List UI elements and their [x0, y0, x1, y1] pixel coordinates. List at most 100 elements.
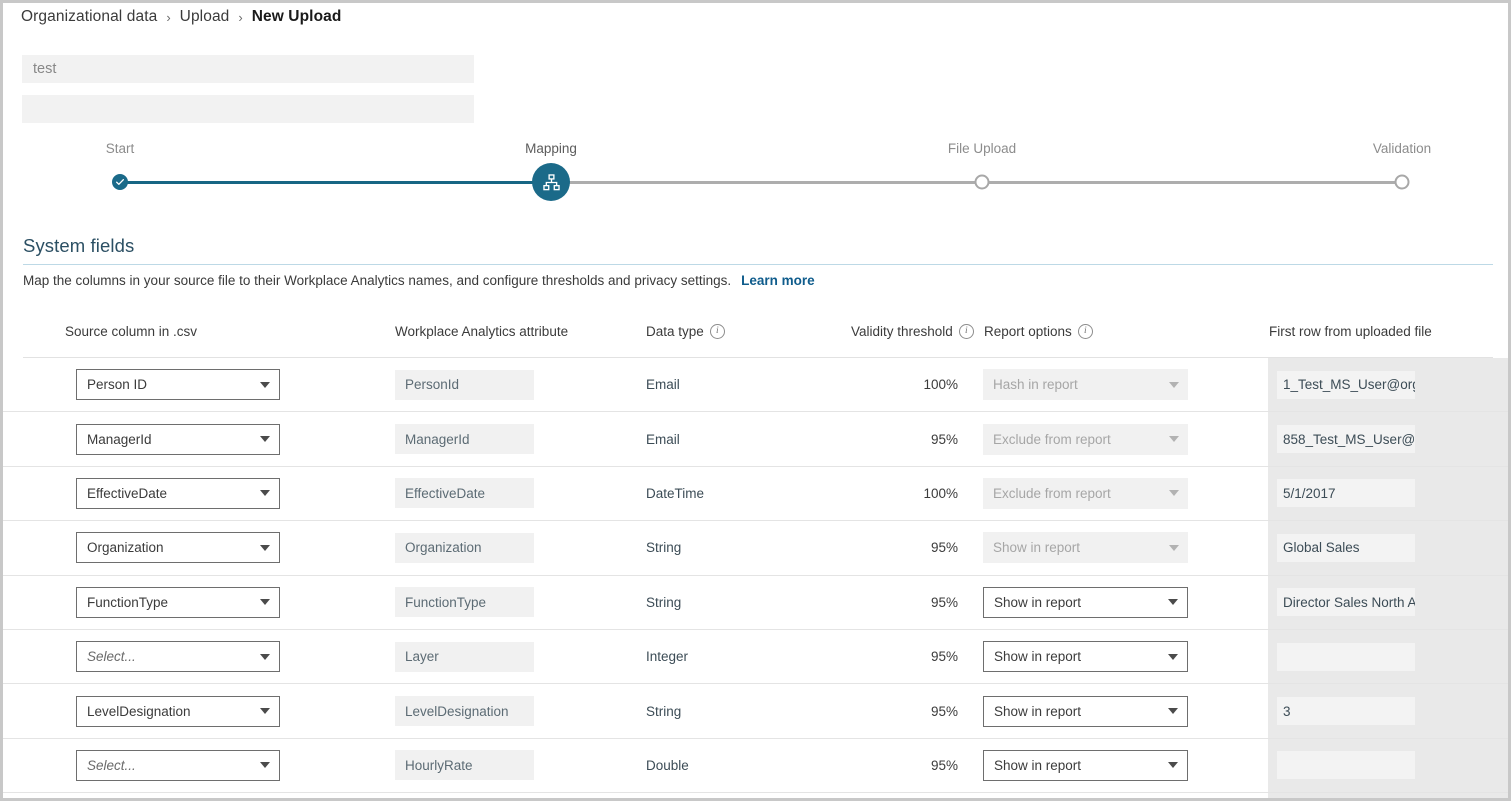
report-options-dropdown[interactable]: Show in report — [983, 586, 1188, 618]
cell-source-column: *Person ID — [76, 358, 280, 411]
report-options-value: Hash in report — [993, 377, 1078, 393]
source-column-dropdown[interactable]: ManagerId — [76, 423, 280, 455]
cell-validity-threshold: 95% — [930, 649, 958, 665]
table-row: LevelDesignation LevelDesignation String 95… — [3, 684, 1508, 739]
report-options-value: Show in report — [994, 594, 1082, 610]
cell-data-type: Integer — [646, 649, 689, 665]
cell-source-column: Select... — [76, 630, 280, 683]
cell-source-column: Select... — [76, 793, 280, 798]
cell-workplace-analytics-attribute: ManagerId — [395, 412, 534, 465]
cell-report-options: Exclude from report — [983, 467, 1188, 520]
step-node-validation[interactable] — [1394, 174, 1410, 190]
first-row-value — [1277, 751, 1415, 780]
source-column-value: Organization — [87, 540, 164, 556]
section-description-text: Map the columns in your source file to t… — [23, 273, 732, 288]
page-content: Organizational data › Upload › New Uploa… — [3, 3, 1508, 798]
cell-source-column: *Organization — [76, 521, 280, 574]
attribute-value: HourlyRate — [395, 750, 534, 781]
chevron-down-icon — [260, 708, 270, 715]
report-options-dropdown: Show in report — [983, 532, 1188, 564]
cell-report-options: Show in report — [983, 684, 1188, 737]
breadcrumb-separator-icon: › — [166, 9, 171, 25]
field-mapping-table: Source column in .csv Workplace Analytic… — [3, 313, 1508, 798]
chevron-down-icon — [260, 490, 270, 497]
cell-data-type: Email — [646, 377, 680, 393]
first-row-value: 858_Test_MS_User@or... — [1277, 425, 1415, 454]
source-column-dropdown[interactable]: Organization — [76, 532, 280, 564]
source-column-dropdown[interactable]: Select... — [76, 749, 280, 781]
cell-report-options: Show in report — [983, 521, 1188, 574]
column-header-workplace-analytics-attribute: Workplace Analytics attribute — [395, 324, 568, 339]
source-column-dropdown[interactable]: LevelDesignation — [76, 695, 280, 727]
info-icon[interactable]: i — [958, 324, 974, 339]
report-options-value: Exclude from report — [993, 485, 1111, 501]
column-header-first-row: First row from uploaded file — [1269, 324, 1432, 339]
cell-first-row-value: 1_Test_MS_User@orga... — [1277, 358, 1415, 411]
section-title: System fields — [23, 235, 135, 256]
table-row: Select... Show in report — [3, 793, 1508, 798]
step-node-mapping[interactable] — [532, 163, 570, 201]
report-options-dropdown[interactable]: Show in report — [983, 749, 1188, 781]
report-options-value: Exclude from report — [993, 431, 1111, 447]
chevron-down-icon — [1169, 490, 1179, 497]
first-row-value: 5/1/2017 — [1277, 479, 1415, 508]
column-header-label: Validity threshold — [851, 324, 953, 339]
source-column-dropdown[interactable]: Person ID — [76, 369, 280, 401]
source-column-dropdown[interactable]: EffectiveDate — [76, 477, 280, 509]
table-row: *ManagerIdManagerIdEmail95%Exclude from … — [3, 412, 1508, 467]
source-column-value: Select... — [87, 649, 136, 665]
table-row: Select... Layer Integer 95% Show in report — [3, 630, 1508, 685]
attribute-value: EffectiveDate — [395, 478, 534, 509]
column-header-data-type: Data type i — [646, 324, 725, 339]
cell-first-row-value: Global Sales — [1277, 521, 1415, 574]
cell-source-column: *ManagerId — [76, 412, 280, 465]
report-options-dropdown[interactable]: Show in report — [983, 695, 1188, 727]
column-header-label: Data type — [646, 324, 704, 339]
chevron-down-icon — [260, 599, 270, 606]
first-row-value: Global Sales — [1277, 533, 1415, 562]
step-label-file-upload: File Upload — [947, 141, 1017, 156]
source-column-dropdown[interactable]: FunctionType — [76, 586, 280, 618]
source-column-value: Person ID — [87, 377, 148, 393]
attribute-value: FunctionType — [395, 587, 534, 618]
table-row: *EffectiveDateEffectiveDateDateTime100%E… — [3, 467, 1508, 522]
upload-description-field[interactable] — [22, 95, 474, 123]
report-options-value: Show in report — [994, 757, 1082, 773]
chevron-down-icon — [1168, 762, 1178, 769]
upload-name-field[interactable]: test — [22, 55, 474, 83]
step-label-validation: Validation — [1372, 141, 1432, 156]
report-options-value: Show in report — [994, 703, 1082, 719]
cell-data-type: DateTime — [646, 485, 705, 501]
cell-data-type: String — [646, 594, 682, 610]
report-options-dropdown: Hash in report — [983, 369, 1188, 401]
table-row: *Person ID PersonId Email 100% Hash in repor… — [3, 358, 1508, 413]
cell-data-type: String — [646, 703, 682, 719]
source-column-dropdown[interactable]: Select... — [76, 641, 280, 673]
breadcrumb-item-upload[interactable]: Upload — [180, 8, 230, 26]
attribute-value: Organization — [395, 532, 534, 563]
column-header-label: First row from uploaded file — [1269, 324, 1432, 339]
info-icon[interactable]: i — [1077, 324, 1093, 339]
hierarchy-icon — [542, 173, 560, 190]
section-divider — [23, 264, 1493, 265]
cell-report-options: Show in report — [983, 630, 1188, 683]
cell-data-type: Email — [646, 431, 680, 447]
learn-more-link[interactable]: Learn more — [741, 273, 815, 288]
cell-workplace-analytics-attribute: LevelDesignation — [395, 684, 534, 737]
breadcrumb-item-organizational-data[interactable]: Organizational data — [21, 8, 157, 26]
info-icon[interactable]: i — [709, 324, 725, 339]
step-node-file-upload[interactable] — [974, 174, 990, 190]
report-options-dropdown: Exclude from report — [983, 423, 1188, 455]
source-column-value: ManagerId — [87, 431, 152, 447]
report-options-dropdown[interactable]: Show in report — [983, 641, 1188, 673]
report-options-dropdown: Exclude from report — [983, 477, 1188, 509]
cell-workplace-analytics-attribute: PersonId — [395, 358, 534, 411]
column-header-label: Workplace Analytics attribute — [395, 324, 569, 339]
step-node-start[interactable] — [112, 174, 128, 190]
cell-data-type: Double — [646, 757, 689, 773]
cell-first-row-value: 3 — [1277, 684, 1415, 737]
cell-validity-threshold: 100% — [923, 377, 958, 393]
cell-first-row-value: 858_Test_MS_User@or... — [1277, 412, 1415, 465]
cell-report-options: Hash in report — [983, 358, 1188, 411]
section-description: Map the columns in your source file to t… — [23, 273, 815, 288]
